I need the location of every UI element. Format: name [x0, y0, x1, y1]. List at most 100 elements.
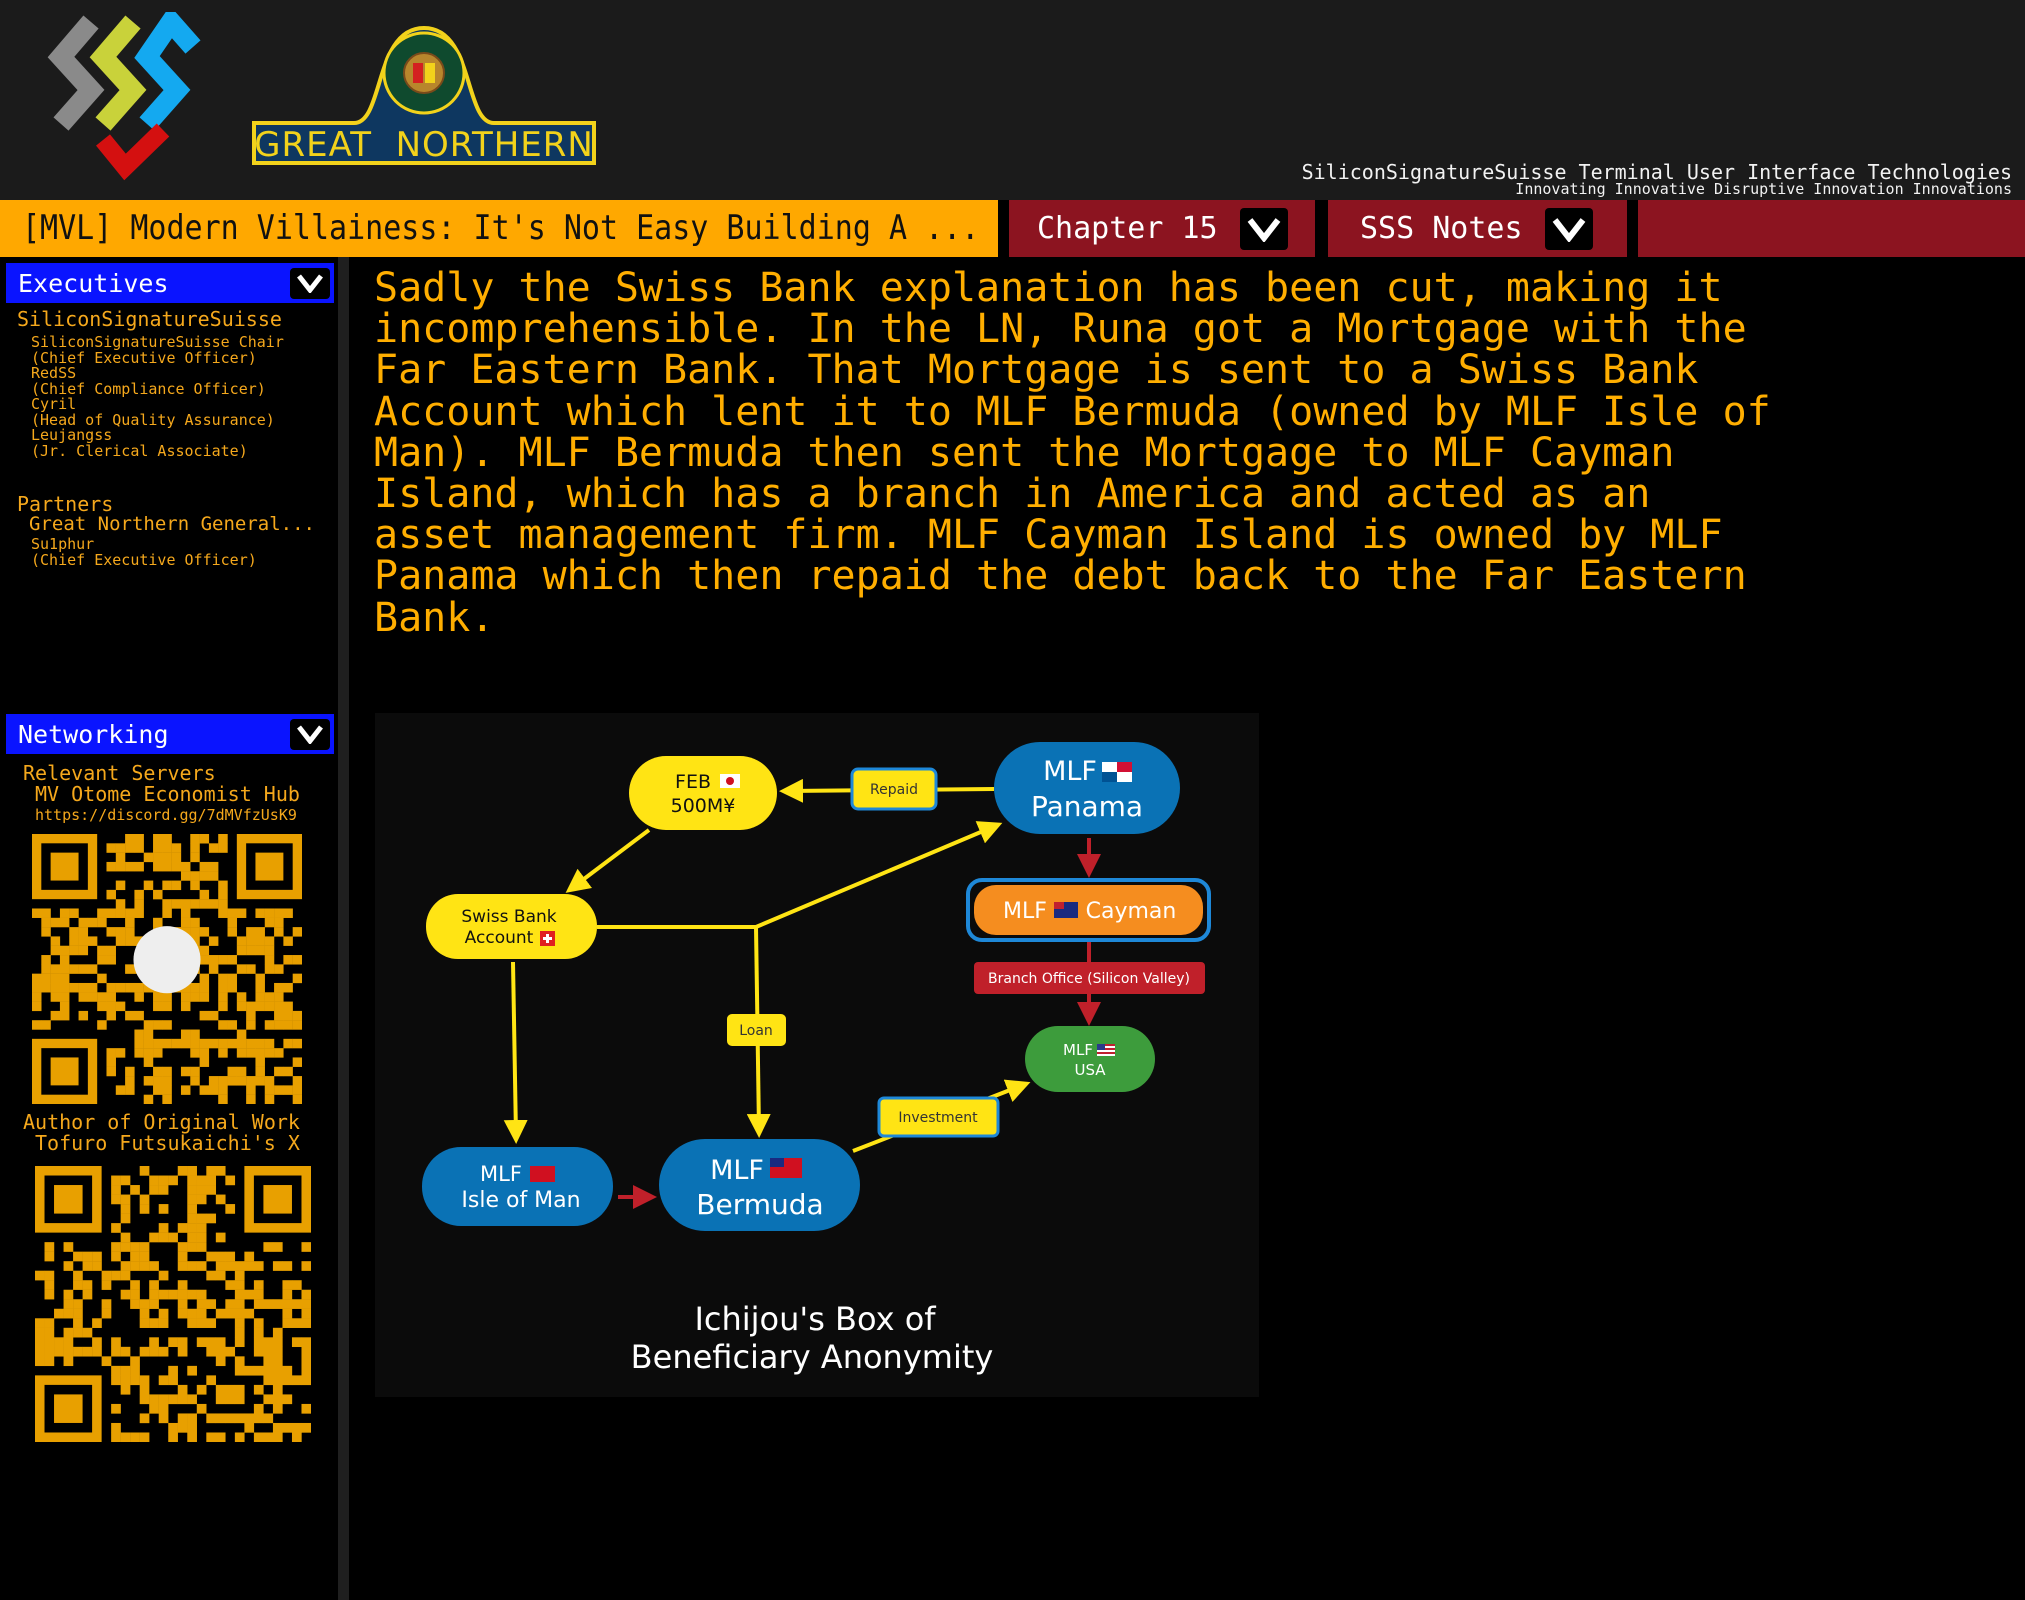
qr-module [291, 1375, 302, 1386]
usa-flag-icon [1097, 1044, 1115, 1056]
qr-module [35, 1337, 45, 1348]
qr-module [215, 1308, 226, 1319]
qr-module [153, 1038, 163, 1049]
qr-module [139, 1261, 150, 1271]
qr-module [227, 1076, 238, 1086]
qr-module [63, 1327, 74, 1338]
qr-module [283, 936, 293, 946]
networking-section-header[interactable]: Networking [6, 714, 334, 754]
qr-module [139, 1299, 150, 1309]
qr-module [153, 843, 163, 853]
great-northern-logo[interactable]: GREAT NORTHERN [249, 23, 599, 167]
qr-module [125, 1076, 135, 1086]
qr-module [125, 927, 135, 937]
qr-module [206, 1175, 217, 1186]
qr-module [78, 936, 89, 946]
qr-module [206, 1375, 217, 1386]
qr-module [301, 1318, 311, 1328]
qr-module [190, 871, 200, 881]
sidebar-scrollbar[interactable] [338, 257, 349, 1600]
qr-module [227, 1038, 238, 1049]
server-link[interactable]: https://discord.gg/7dMVfzUsK9 [35, 808, 297, 823]
qr-module [263, 1299, 274, 1309]
chevron-down-icon[interactable] [1239, 207, 1288, 250]
qr-module [143, 1094, 154, 1104]
qr-module [199, 927, 210, 937]
qr-module [196, 1185, 207, 1195]
qr-module [215, 1194, 226, 1205]
note-body-text: Sadly the Swiss Bank explanation has bee… [374, 265, 1771, 641]
chevron-down-icon[interactable] [1544, 207, 1593, 250]
qr-module [263, 1242, 274, 1252]
qr-module [134, 908, 144, 918]
discord-qr-code[interactable] [32, 834, 302, 1104]
qr-module [282, 1422, 293, 1433]
qr-module [246, 1020, 256, 1030]
executives-section-header[interactable]: Executives [6, 263, 334, 303]
qr-module [73, 1270, 83, 1281]
qr-module [134, 889, 144, 900]
qr-module [41, 917, 51, 928]
sss-notes-dropdown[interactable]: SSS Notes [1328, 200, 1627, 257]
sss-logo[interactable] [45, 12, 225, 184]
qr-module [63, 1356, 74, 1367]
subtagline: Innovating Innovative Disruptive Innovat… [1515, 180, 2012, 198]
qr-module [206, 1299, 217, 1309]
qr-module [139, 1308, 150, 1319]
qr-module [73, 1327, 83, 1338]
author-link[interactable]: Tofuro Futsukaichi's X [35, 1133, 300, 1153]
qr-module [292, 1085, 302, 1095]
qr-module [272, 1403, 283, 1414]
qr-module [206, 1432, 217, 1442]
qr-module [208, 871, 219, 881]
qr-module [227, 955, 238, 965]
qr-module [253, 1261, 264, 1271]
qr-module [206, 1318, 217, 1328]
qr-module [236, 1076, 247, 1086]
qr-module [44, 1346, 55, 1357]
qr-module [274, 1020, 284, 1030]
qr-module [44, 1270, 55, 1281]
qr-module [206, 1251, 217, 1262]
qr-module [244, 1365, 255, 1376]
qr-module [253, 1403, 264, 1414]
qr-module [190, 880, 200, 891]
chapter-dropdown[interactable]: Chapter 15 [1009, 200, 1315, 257]
svg-text:MLF: MLF [1043, 756, 1097, 787]
qr-module [255, 945, 265, 956]
qr-module [199, 945, 210, 956]
qr-module [177, 1422, 188, 1433]
qr-module [59, 982, 70, 993]
qr-module [208, 843, 219, 853]
qr-module [125, 1066, 135, 1077]
qr-module [97, 908, 107, 918]
edge-label-investment: Investment [877, 1096, 1000, 1138]
qr-module [171, 843, 182, 853]
qr-module [78, 964, 89, 974]
qr-module [111, 1223, 121, 1233]
qr-module [236, 1038, 247, 1049]
qr-module [139, 1346, 150, 1357]
qr-module [264, 1094, 275, 1104]
qr-module [162, 1094, 172, 1104]
qr-module [139, 1394, 150, 1405]
qr-module [196, 1194, 207, 1205]
qr-module [177, 1394, 188, 1405]
story-title-tab[interactable]: [MVL] Modern Villainess: It's Not Easy B… [0, 200, 998, 257]
qr-module [292, 1094, 302, 1104]
qr-module [44, 1318, 55, 1328]
node-panama: MLF Panama [994, 742, 1180, 834]
svg-text:Cayman: Cayman [1086, 899, 1177, 924]
qr-module [59, 917, 70, 928]
chevron-down-icon[interactable] [290, 267, 330, 299]
qr-module [255, 1048, 265, 1058]
qr-module [115, 880, 126, 891]
qr-module [134, 843, 144, 853]
qr-module [218, 880, 228, 891]
qr-module [283, 1010, 293, 1021]
svg-text:MLF: MLF [1063, 1041, 1093, 1059]
qr-module [234, 1327, 245, 1338]
qr-module [134, 834, 144, 844]
chevron-down-icon[interactable] [290, 718, 330, 750]
author-x-qr-code[interactable] [35, 1166, 311, 1442]
